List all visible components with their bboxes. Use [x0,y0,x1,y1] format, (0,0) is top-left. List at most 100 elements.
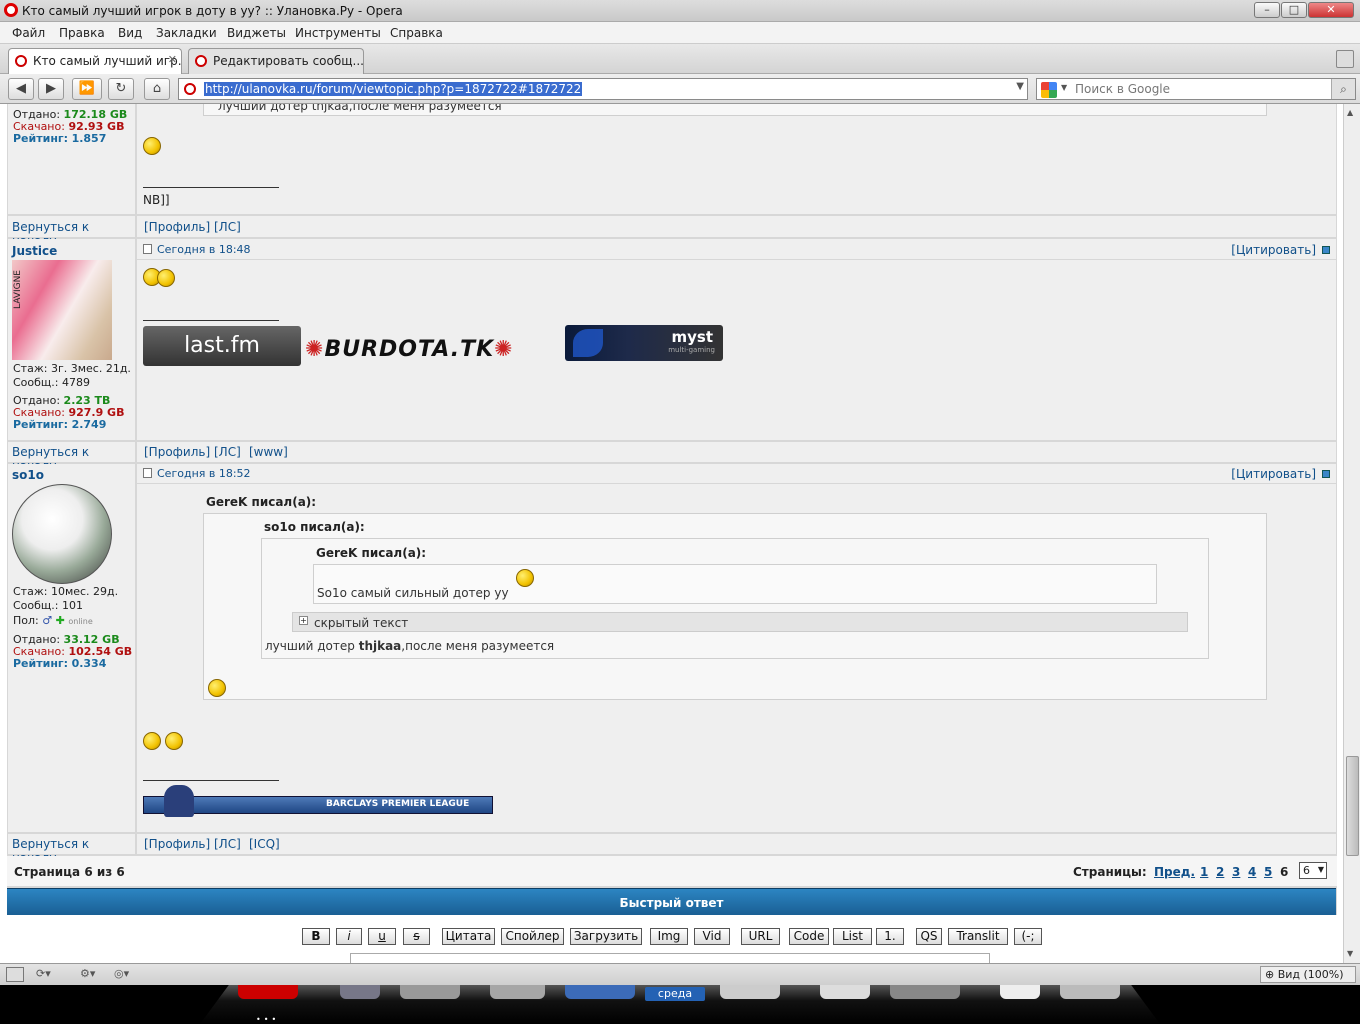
page-link-5[interactable]: 5 [1264,865,1272,879]
rating-stat: Рейтинг: 2.749 [13,418,107,431]
dock-icon[interactable] [565,985,635,999]
address-toolbar: ◀ ▶ ⏩ ↻ ⌂ http://ulanovka.ru/forum/viewt… [0,74,1360,104]
scroll-down-icon[interactable]: ▼ [1347,949,1353,958]
smiley-button[interactable]: (-; [1014,928,1042,945]
divider [137,259,1336,260]
icq-link[interactable]: [ICQ] [249,837,280,851]
dock-icon[interactable] [890,985,960,999]
forward-icon[interactable]: ▶ [38,78,64,100]
www-link[interactable]: [www] [249,445,288,459]
profile-link[interactable]: [Профиль] [144,837,210,851]
strike-button[interactable]: s [403,928,430,945]
vid-button[interactable]: Vid [694,928,730,945]
menu-widgets[interactable]: Виджеты [227,26,286,40]
trash-icon[interactable] [1336,50,1354,68]
username[interactable]: Justice [12,244,57,258]
signature-divider [143,320,279,321]
home-icon[interactable]: ⌂ [144,78,170,100]
pm-link[interactable]: [ЛС] [214,220,241,234]
male-icon: ♂ [42,614,53,627]
zoom-control[interactable]: ⊕ Вид (100%) [1260,966,1356,983]
upload-button[interactable]: Загрузить [570,928,642,945]
menu-tools[interactable]: Инструменты [295,26,381,40]
search-field[interactable]: ▼ Поиск в Google ⌕ [1036,78,1356,100]
quote-format-button[interactable]: Цитата [442,928,495,945]
dock-icon[interactable] [490,985,545,999]
quote-button[interactable]: [Цитировать] [1231,467,1316,481]
scroll-thumb[interactable] [1346,756,1359,856]
menu-edit[interactable]: Правка [59,26,105,40]
prev-page-link[interactable]: Пред. [1154,865,1195,879]
search-icon[interactable]: ⌕ [1331,79,1355,99]
italic-button[interactable]: i [336,928,362,945]
chevron-down-icon[interactable]: ▼ [1061,83,1067,92]
smiley-icon [143,137,161,155]
page-link-2[interactable]: 2 [1216,865,1224,879]
pm-link[interactable]: [ЛС] [214,837,241,851]
avatar-text: LAVIGNE [13,270,23,310]
dock-icon[interactable] [720,985,780,999]
dock-icon[interactable] [820,985,870,999]
close-tab-icon[interactable]: ✕ [168,53,177,66]
page-indicator: Страница 6 из 6 [14,865,125,879]
dock-icon[interactable] [1060,985,1120,999]
google-icon[interactable] [1041,82,1057,98]
close-button[interactable]: ✕ [1308,2,1354,18]
reply-textarea[interactable] [350,953,990,963]
reload-icon[interactable]: ↻ [108,78,134,100]
post-author-cell: Justice LAVIGNE Стаж: 3г. 3мес. 21д. Соо… [8,239,135,440]
lastfm-banner[interactable]: last.fm [143,326,301,366]
menu-file[interactable]: Файл [12,26,45,40]
menu-view[interactable]: Вид [118,26,142,40]
dock-icon[interactable] [340,985,380,999]
ordered-list-button[interactable]: 1. [876,928,904,945]
expand-icon[interactable]: + [299,616,308,625]
url-button[interactable]: URL [741,928,780,945]
turbo-icon[interactable]: ⟳▾ [36,967,72,982]
translit-button[interactable]: Translit [948,928,1008,945]
address-field[interactable]: http://ulanovka.ru/forum/viewtopic.php?p… [178,78,1028,100]
vertical-scrollbar[interactable]: ▲ ▼ [1343,104,1360,963]
dock-icon[interactable] [1000,985,1040,999]
lion-icon [164,785,194,817]
dock-icon[interactable] [400,985,460,999]
profile-link[interactable]: [Профиль] [144,220,210,234]
list-button[interactable]: List [833,928,872,945]
rating-stat: Рейтинг: 0.334 [13,657,107,670]
page-link-3[interactable]: 3 [1232,865,1240,879]
burdota-banner[interactable]: ✺BURDOTA.TK✺ [305,337,563,367]
myst-banner[interactable]: myst multi-gaming [565,325,723,361]
opera-dock-icon[interactable] [238,985,298,999]
panels-icon[interactable] [6,967,24,982]
page-link-1[interactable]: 1 [1200,865,1208,879]
spoiler-button[interactable]: Спойлер [501,928,564,945]
chevron-down-icon[interactable]: ▼ [1016,81,1024,92]
minimize-button[interactable]: – [1254,2,1280,18]
scroll-up-icon[interactable]: ▲ [1347,108,1353,117]
profile-link[interactable]: [Профиль] [144,445,210,459]
menu-bookmarks[interactable]: Закладки [156,26,217,40]
back-icon[interactable]: ◀ [8,78,34,100]
quote-button[interactable]: [Цитировать] [1231,243,1316,257]
membership-age: Стаж: 10мес. 29д. [13,585,119,598]
premier-league-banner[interactable]: BARCLAYS PREMIER LEAGUE [143,785,493,817]
page-link-4[interactable]: 4 [1248,865,1256,879]
network-icon[interactable]: ⚙▾ [80,967,110,982]
underline-button[interactable]: u [368,928,396,945]
menu-help[interactable]: Справка [390,26,443,40]
post-author-cell: Отдано: 172.18 GB Скачано: 92.93 GB Рейт… [8,104,135,214]
tab-active[interactable]: Кто самый лучший игр... ✕ [8,48,182,74]
unite-icon[interactable]: ◎▾ [114,967,144,982]
page-select[interactable]: 6 ▼ [1299,862,1327,879]
img-button[interactable]: Img [650,928,688,945]
fast-forward-icon[interactable]: ⏩ [72,78,102,100]
tab-edit-message[interactable]: Редактировать сообщ... [188,48,364,74]
spoiler-header[interactable]: + скрытый текст [292,612,1188,632]
post-count: Сообщ.: 4789 [13,376,90,389]
username[interactable]: so1o [12,468,44,482]
bold-button[interactable]: B [302,928,330,945]
qs-button[interactable]: QS [916,928,942,945]
pm-link[interactable]: [ЛС] [214,445,241,459]
code-button[interactable]: Code [789,928,829,945]
maximize-button[interactable]: □ [1281,2,1307,18]
